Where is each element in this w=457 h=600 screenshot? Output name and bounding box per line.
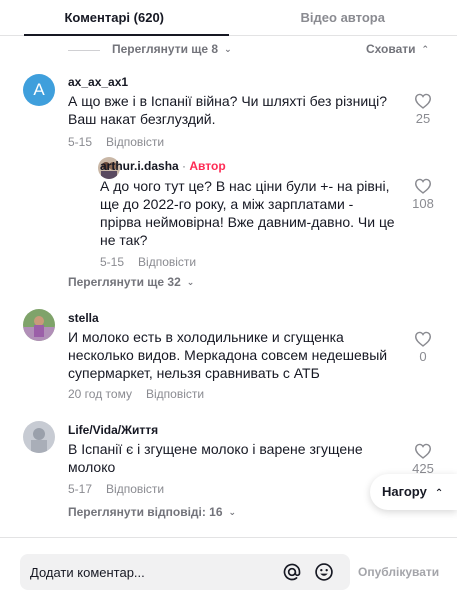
heart-icon [414,178,432,194]
avatar-photo [23,309,55,341]
reply-item: arthur.i.dasha · Автор А до чого тут це?… [0,154,457,314]
comment-username[interactable]: ax_ax_ax1 [68,75,128,89]
comment-input-box [20,554,350,590]
chevron-down-icon: ⌄ [186,277,195,287]
like-button[interactable]: 425 [408,443,438,476]
comment-meta: 5-17 Відповісти [68,482,164,496]
comment-input[interactable] [30,554,270,590]
chevron-down-icon: ⌄ [224,44,232,54]
emoji-icon[interactable] [314,562,334,582]
comment-text: В Іспанії є і згущене молоко і варене зг… [68,441,363,475]
back-to-top-button[interactable]: Нагору ⌃ [370,474,457,510]
hide-replies-button[interactable]: Сховати ⌃ [366,42,429,56]
mention-icon[interactable] [282,562,302,582]
comment-meta: 5-15 Відповісти [100,255,196,269]
like-button[interactable]: 25 [408,93,438,126]
comment-date: 20 год тому [68,387,132,401]
like-button[interactable]: 108 [408,178,438,211]
like-count: 0 [419,349,427,364]
view-replies-button[interactable]: Переглянути відповіді: 16 ⌄ [68,505,236,519]
comment-item: stella И молоко есть в холодильнике и сг… [0,307,457,417]
tab-bar: Коментарі (620) Відео автора [0,0,457,36]
heart-icon [414,331,432,347]
like-count: 108 [412,196,434,211]
chevron-up-icon: ⌃ [421,44,430,54]
thread-controls: Переглянути ще 8 ⌄ Сховати ⌃ [0,39,457,61]
comment-composer: Опублікувати [0,537,457,600]
heart-icon [414,93,432,109]
comment-text: А до чого тут це? В нас ціни були +- на … [100,178,395,248]
comment-date: 5-17 [68,482,93,496]
avatar[interactable]: A [23,74,55,106]
author-badge: Автор [189,159,226,173]
tab-comments[interactable]: Коментарі (620) [0,0,229,36]
view-replies-label: Переглянути відповіді: 16 [68,505,223,519]
reply-button[interactable]: Відповісти [146,387,204,401]
comment-meta: 20 год тому Відповісти [68,387,204,401]
comment-username-row: arthur.i.dasha · Автор [100,159,226,173]
comment-username[interactable]: arthur.i.dasha [100,159,179,173]
double-chevron-up-icon: ⌃ [434,488,444,499]
comment-text: И молоко есть в холодильнике и сгущенка … [68,329,388,381]
view-more-label: Переглянути ще 8 [112,42,219,56]
separator: · [182,159,187,173]
view-more-replies-button[interactable]: Переглянути ще 8 ⌄ [112,42,232,56]
hide-label: Сховати [366,42,416,56]
view-more-replies-button[interactable]: Переглянути ще 32 ⌄ [68,275,194,289]
divider [68,50,100,51]
avatar-photo [23,421,55,453]
view-more-label: Переглянути ще 32 [68,275,181,289]
like-button[interactable]: 0 [408,331,438,364]
comment-date: 5-15 [68,135,93,149]
comment-list[interactable]: Переглянути ще 8 ⌄ Сховати ⌃ A ax_ax_ax1 А… [0,36,457,537]
comment-username[interactable]: Life/Vida/Життя [68,423,158,437]
post-button[interactable]: Опублікувати [358,554,439,590]
avatar[interactable] [23,421,55,453]
comment-date: 5-15 [100,255,125,269]
comment-meta: 5-15 Відповісти [68,135,164,149]
tab-author-videos[interactable]: Відео автора [229,0,457,35]
reply-button[interactable]: Відповісти [106,482,164,496]
comment-username[interactable]: stella [68,311,99,325]
avatar[interactable] [23,309,55,341]
reply-button[interactable]: Відповісти [106,135,164,149]
reply-button[interactable]: Відповісти [138,255,196,269]
heart-icon [414,443,432,459]
back-to-top-label: Нагору [382,484,427,499]
like-count: 25 [415,111,431,126]
chevron-down-icon: ⌄ [228,507,237,517]
comment-text: А що вже і в Іспанії війна? Чи шляхті бе… [68,93,388,127]
